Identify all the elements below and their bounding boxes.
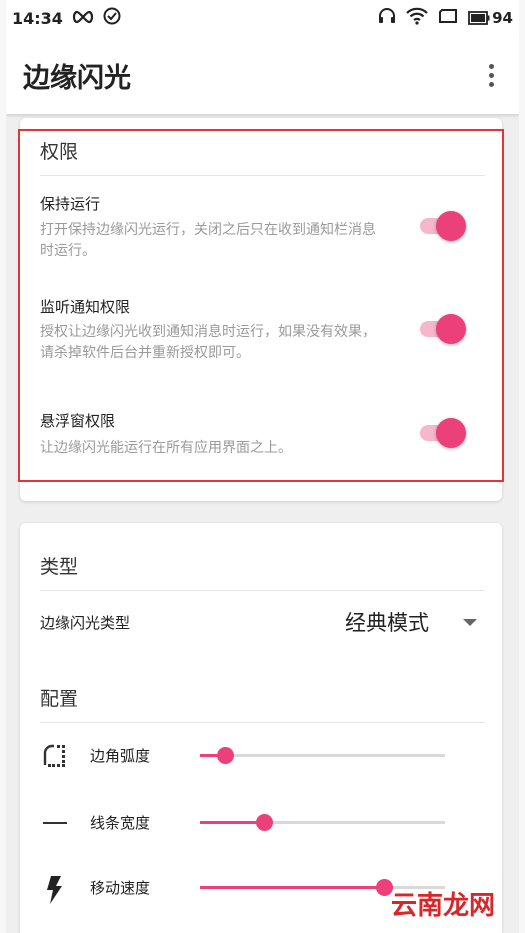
infinity-icon — [71, 9, 95, 28]
slider-thumb[interactable] — [255, 814, 273, 831]
type-divider — [40, 590, 485, 591]
line-width-slider[interactable] — [200, 814, 445, 831]
screen-icon — [438, 8, 458, 28]
dropdown-caret-icon[interactable] — [463, 619, 477, 626]
app-bar: 边缘闪光 — [6, 36, 519, 114]
slider-fill — [200, 821, 264, 824]
slider-label: 线条宽度 — [90, 814, 151, 832]
status-bar: 14:34 94 — [6, 0, 519, 36]
pref-title: 保持运行 — [40, 195, 101, 213]
slider-fill — [200, 886, 384, 889]
dropdown-label: 边缘闪光类型 — [40, 614, 131, 632]
frame-right — [519, 0, 525, 933]
pref-summary: 打开保持边缘闪光运行，关闭之后只在收到通知栏消息时运行。 — [40, 222, 376, 259]
battery-indicator: 94 — [468, 9, 513, 27]
type-section-title: 类型 — [40, 556, 79, 578]
phone-screen: 14:34 94 边缘闪光 权限 保持运行 打开保持边缘闪光运行，关闭之后只在收… — [6, 0, 519, 933]
slider-label: 移动速度 — [90, 879, 151, 897]
more-vert-icon[interactable] — [477, 60, 505, 90]
type-config-card: 类型 边缘闪光类型 经典模式 配置 边角弧度 线条宽度 移动速度 — [20, 523, 502, 933]
slider-thumb[interactable] — [216, 747, 234, 764]
watermark-text: 云南龙网 — [391, 891, 496, 921]
keep-running-switch[interactable] — [418, 211, 466, 241]
switch-thumb — [436, 314, 466, 344]
config-section-title: 配置 — [40, 688, 79, 710]
pref-summary: 授权让边缘闪光收到通知消息时运行，如果没有效果，请杀掉软件后台并重新授权即可。 — [40, 324, 376, 361]
page-title: 边缘闪光 — [23, 62, 131, 94]
corner-radius-slider[interactable] — [200, 747, 445, 764]
check-circle-icon — [103, 7, 121, 29]
slider-label: 边角弧度 — [90, 747, 151, 765]
slider-row-corner-radius: 边角弧度 — [20, 735, 502, 775]
pref-title: 监听通知权限 — [40, 298, 131, 316]
permissions-card: 权限 保持运行 打开保持边缘闪光运行，关闭之后只在收到通知栏消息时运行。 监听通… — [20, 118, 502, 501]
permissions-divider — [40, 175, 485, 176]
wifi-icon — [406, 7, 428, 29]
switch-thumb — [436, 418, 466, 448]
dropdown-value[interactable]: 经典模式 — [345, 607, 429, 637]
config-divider — [40, 722, 485, 723]
switch-thumb — [436, 211, 466, 241]
status-time: 14:34 — [12, 8, 63, 28]
line-width-icon — [42, 810, 68, 836]
notification-permission-switch[interactable] — [418, 314, 466, 344]
rounded-corner-icon — [42, 743, 68, 769]
permissions-section-title: 权限 — [40, 141, 79, 163]
headset-icon — [378, 7, 396, 29]
battery-level: 94 — [492, 9, 513, 27]
battery-icon — [468, 11, 490, 25]
pref-summary: 让边缘闪光能运行在所有应用界面之上。 — [40, 440, 292, 456]
overlay-permission-switch[interactable] — [418, 418, 466, 448]
slider-row-line-width: 线条宽度 — [20, 802, 502, 842]
flash-icon — [42, 875, 68, 904]
pref-title: 悬浮窗权限 — [40, 412, 116, 430]
